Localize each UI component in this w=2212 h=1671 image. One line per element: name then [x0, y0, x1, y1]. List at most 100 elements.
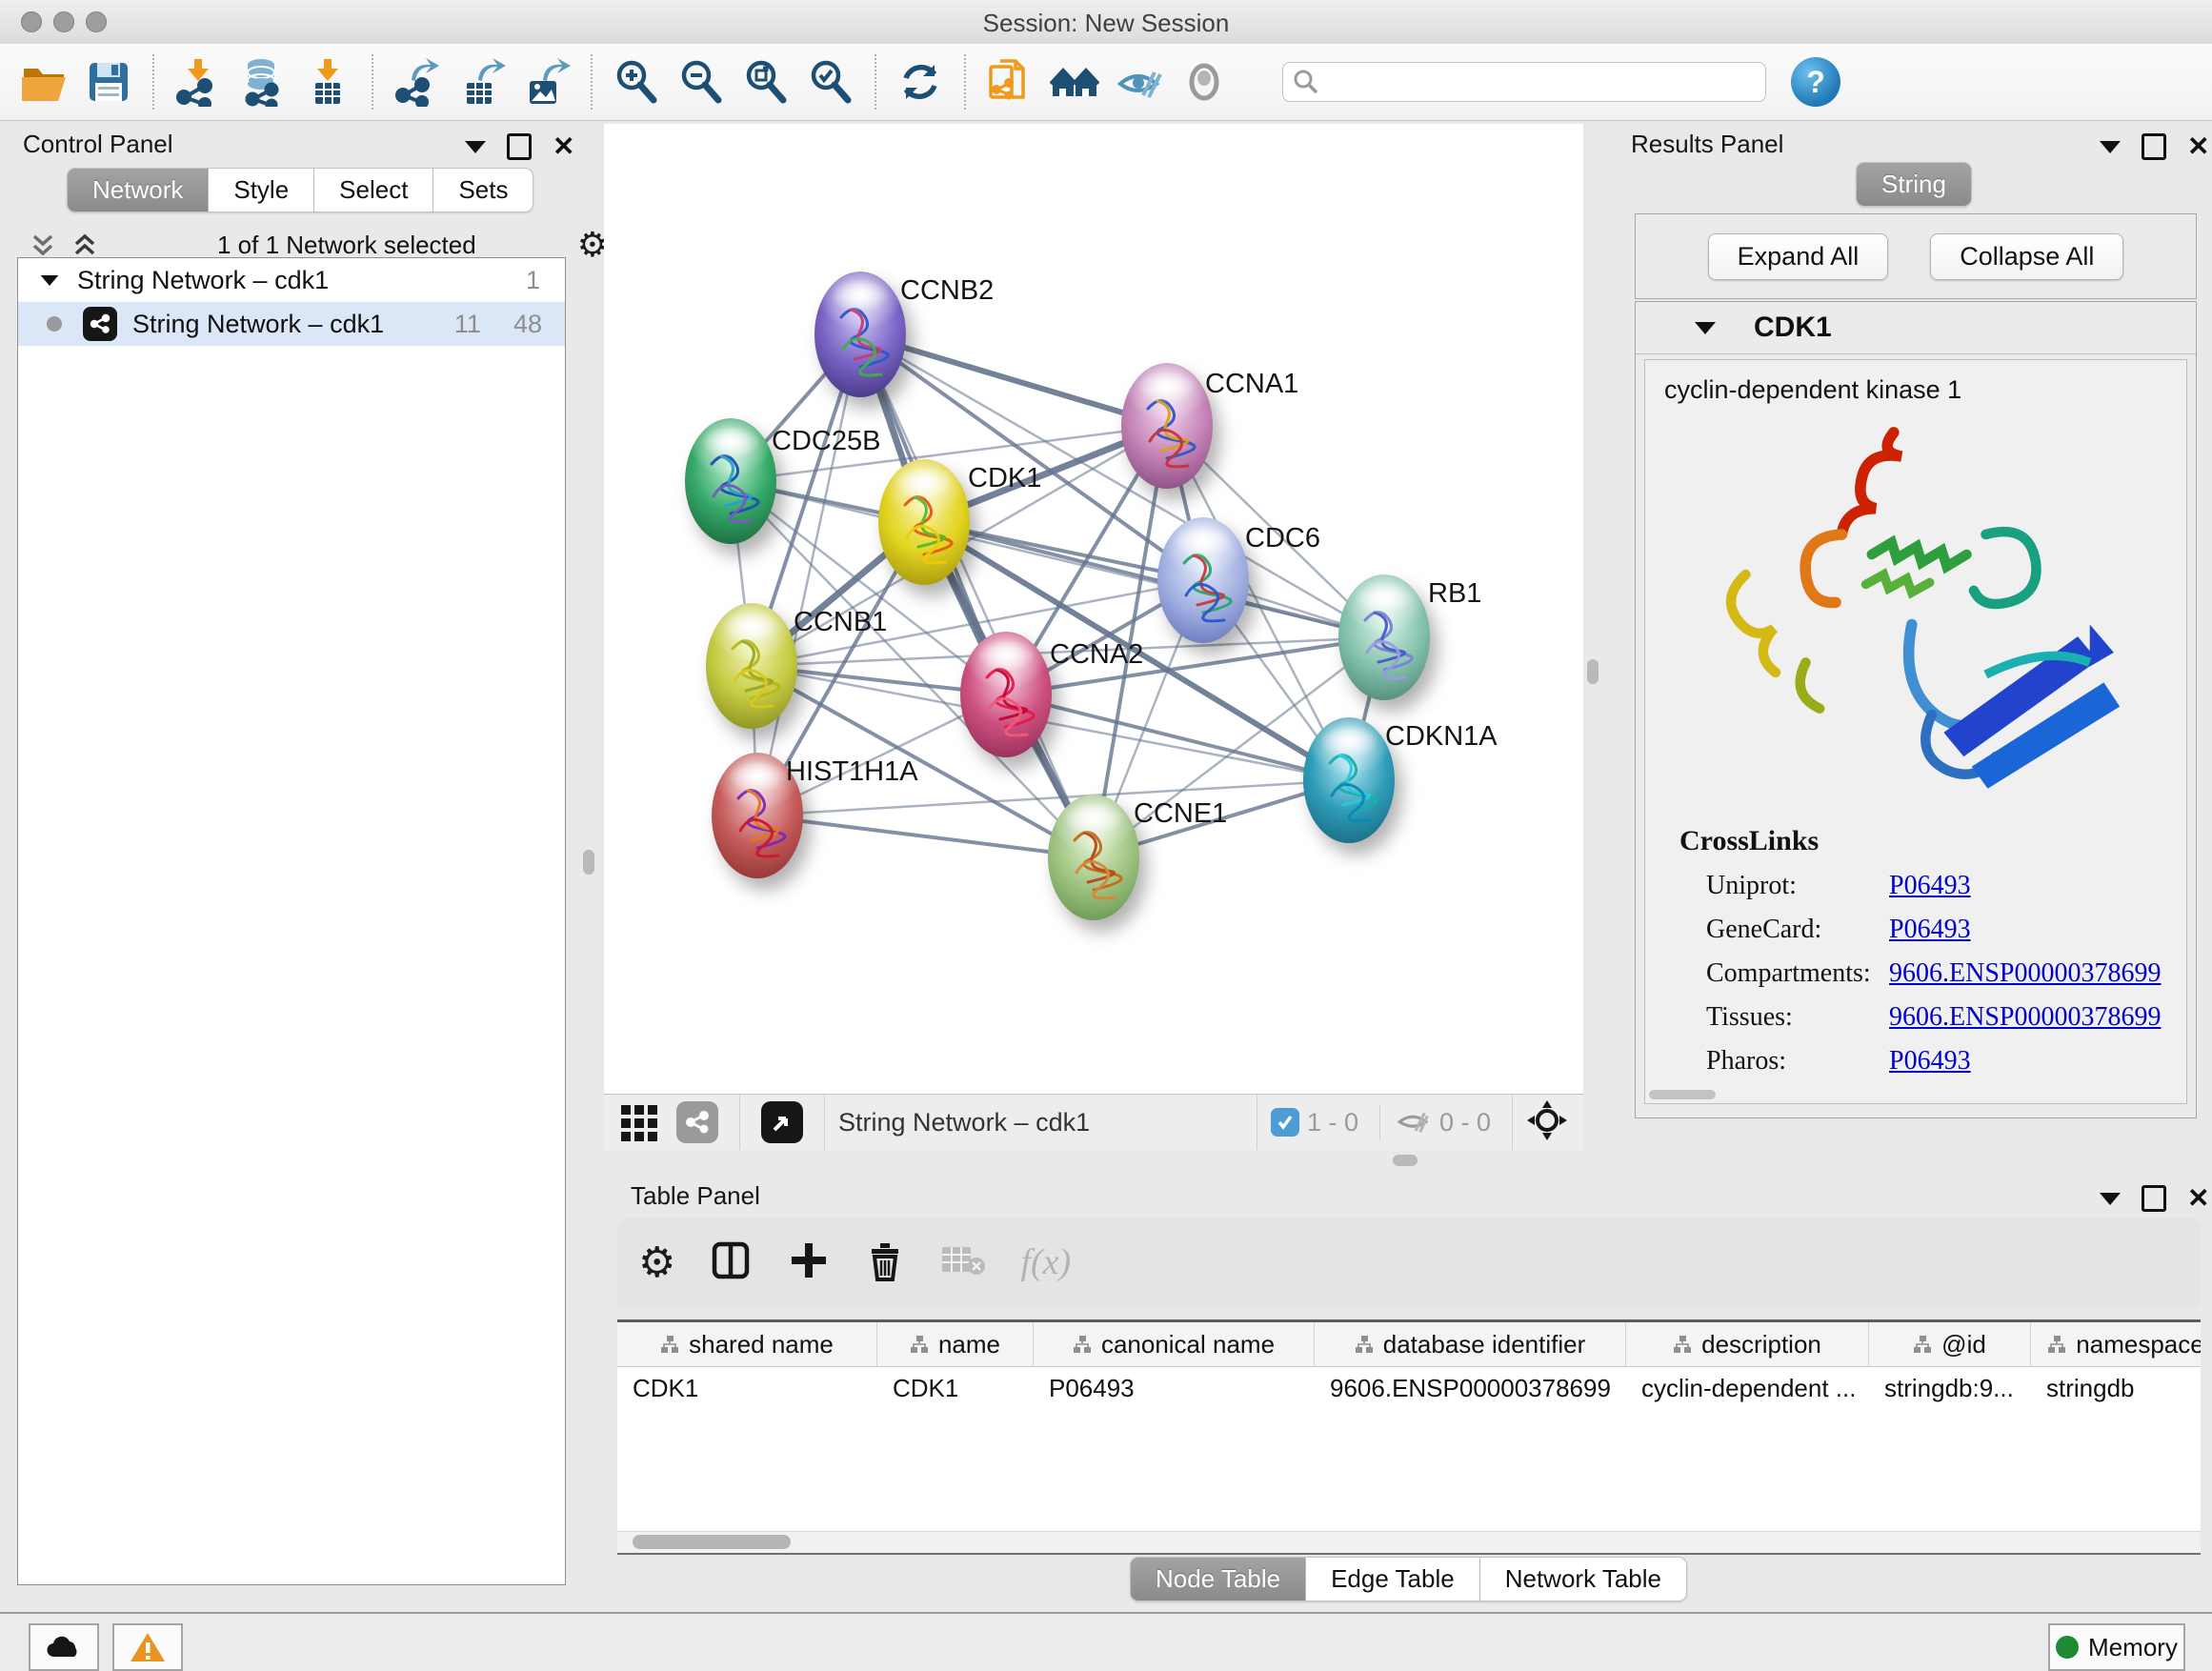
crosslink-link[interactable]: P06493: [1889, 1046, 1971, 1077]
help-icon[interactable]: ?: [1791, 57, 1840, 107]
horizontal-splitter-handle[interactable]: [1393, 1155, 1418, 1166]
tab-select[interactable]: Select: [314, 168, 433, 212]
fit-selected-crosshair-icon[interactable]: [1526, 1099, 1568, 1146]
hidden-eye-icon[interactable]: [1394, 1101, 1432, 1144]
main-toolbar: ?: [0, 44, 2212, 121]
column-type-icon: [1913, 1335, 1932, 1354]
collapse-results-icon[interactable]: [2100, 141, 2121, 153]
clone-network-icon[interactable]: [980, 52, 1039, 111]
node-RB1[interactable]: [1338, 574, 1430, 700]
expand-all-button[interactable]: Expand All: [1708, 233, 1889, 280]
node-section-header[interactable]: CDK1: [1636, 302, 2196, 354]
collapse-table-icon[interactable]: [2100, 1193, 2121, 1205]
open-session-icon[interactable]: [14, 52, 73, 111]
crosslink-link[interactable]: P06493: [1889, 915, 1971, 945]
table-cell[interactable]: cyclin-dependent ...: [1626, 1367, 1869, 1409]
birdseye-homes-icon[interactable]: [1045, 52, 1104, 111]
birdseye-view-icon[interactable]: [761, 1101, 803, 1143]
tab-string[interactable]: String: [1856, 162, 1972, 207]
tab-sets[interactable]: Sets: [433, 168, 533, 212]
results-hscroll-thumb[interactable]: [1649, 1090, 1716, 1099]
table-cell[interactable]: P06493: [1034, 1367, 1315, 1409]
column-header--id[interactable]: @id: [1869, 1322, 2031, 1366]
expand-all-icon[interactable]: [70, 231, 99, 259]
export-image-icon[interactable]: [517, 52, 576, 111]
show-all-icon[interactable]: [1175, 52, 1234, 111]
collapse-panel-icon[interactable]: [465, 141, 486, 153]
edge-CCNB2-HIST1H1A[interactable]: [757, 334, 860, 815]
float-table-icon[interactable]: [2142, 1185, 2166, 1212]
zoom-fit-icon[interactable]: [736, 52, 795, 111]
column-header-namespace[interactable]: namespace: [2031, 1322, 2201, 1366]
node-CDC6[interactable]: [1157, 517, 1249, 643]
close-results-icon[interactable]: ✕: [2187, 137, 2209, 156]
save-session-icon[interactable]: [79, 52, 138, 111]
edge-HIST1H1A-CCNE1[interactable]: [757, 815, 1094, 857]
import-table-icon[interactable]: [298, 52, 357, 111]
node-CCNA2[interactable]: [960, 632, 1052, 757]
zoom-out-icon[interactable]: [672, 52, 731, 111]
grid-view-icon[interactable]: [619, 1101, 661, 1143]
edge-CCNA2-CDKN1A[interactable]: [1006, 695, 1349, 780]
selected-checkbox-icon[interactable]: [1271, 1108, 1299, 1137]
node-CCNB1[interactable]: [706, 603, 797, 729]
zoom-in-icon[interactable]: [607, 52, 666, 111]
hide-selected-icon[interactable]: [1110, 52, 1169, 111]
table-hscroll-thumb[interactable]: [633, 1535, 791, 1549]
cloud-status-button[interactable]: [29, 1623, 99, 1671]
tab-node-table[interactable]: Node Table: [1130, 1557, 1306, 1601]
node-CCNB2[interactable]: [814, 272, 906, 397]
search-input[interactable]: [1282, 62, 1766, 102]
column-header-database-identifier[interactable]: database identifier: [1315, 1322, 1626, 1366]
export-network-icon[interactable]: [388, 52, 447, 111]
delete-column-trash-icon[interactable]: [864, 1239, 906, 1286]
left-splitter-handle[interactable]: [583, 850, 594, 875]
collapse-all-icon[interactable]: [29, 231, 57, 259]
column-header-name[interactable]: name: [877, 1322, 1034, 1366]
column-header-shared-name[interactable]: shared name: [617, 1322, 877, 1366]
right-splitter-handle[interactable]: [1587, 659, 1599, 684]
crosslink-link[interactable]: 9606.ENSP00000378699: [1889, 958, 2161, 989]
collection-expander-icon[interactable]: [41, 274, 59, 285]
table-hscrollbar[interactable]: [617, 1531, 2201, 1553]
export-table-icon[interactable]: [452, 52, 512, 111]
node-CCNA1[interactable]: [1121, 363, 1213, 489]
add-column-icon[interactable]: [788, 1239, 830, 1286]
node-CDC25B[interactable]: [685, 418, 776, 544]
collapse-all-button[interactable]: Collapse All: [1930, 233, 2123, 280]
crosslink-link[interactable]: 9606.ENSP00000378699: [1889, 1002, 2161, 1033]
warnings-button[interactable]: [112, 1623, 183, 1671]
network-collection-row[interactable]: String Network – cdk1 1: [18, 258, 565, 302]
float-results-icon[interactable]: [2142, 133, 2166, 160]
network-share-icon[interactable]: [676, 1101, 718, 1143]
network-row[interactable]: String Network – cdk1 11 48: [18, 302, 565, 346]
tab-network[interactable]: Network: [67, 168, 209, 212]
network-canvas[interactable]: CCNB2CCNA1CDC25BCDK1CDC6RB1CCNB1CCNA2CDK…: [604, 124, 1583, 1094]
table-settings-gear-icon[interactable]: ⚙: [638, 1238, 675, 1287]
column-header-canonical-name[interactable]: canonical name: [1034, 1322, 1315, 1366]
tab-network-table[interactable]: Network Table: [1480, 1557, 1687, 1601]
table-panel-tabs: Node TableEdge TableNetwork Table: [1130, 1557, 1687, 1601]
close-table-icon[interactable]: ✕: [2187, 1189, 2209, 1208]
node-CDKN1A[interactable]: [1303, 717, 1395, 843]
memory-button[interactable]: Memory: [2048, 1623, 2185, 1671]
column-header-description[interactable]: description: [1626, 1322, 1869, 1366]
show-columns-icon[interactable]: [710, 1238, 754, 1287]
tab-style[interactable]: Style: [209, 168, 314, 212]
tab-edge-table[interactable]: Edge Table: [1306, 1557, 1480, 1601]
float-panel-icon[interactable]: [507, 133, 532, 160]
refresh-icon[interactable]: [891, 52, 950, 111]
table-cell[interactable]: 9606.ENSP00000378699: [1315, 1367, 1626, 1409]
section-expander-icon[interactable]: [1695, 322, 1716, 334]
table-cell[interactable]: CDK1: [877, 1367, 1034, 1409]
table-cell[interactable]: stringdb:9...: [1869, 1367, 2031, 1409]
import-network-file-icon[interactable]: [169, 52, 228, 111]
node-CCNE1[interactable]: [1048, 795, 1139, 920]
zoom-selected-icon[interactable]: [801, 52, 860, 111]
import-network-database-icon[interactable]: [233, 52, 292, 111]
close-panel-icon[interactable]: ✕: [553, 137, 574, 156]
node-CDK1[interactable]: [878, 459, 970, 585]
table-cell[interactable]: stringdb: [2031, 1367, 2201, 1409]
table-cell[interactable]: CDK1: [617, 1367, 877, 1409]
crosslink-link[interactable]: P06493: [1889, 871, 1971, 901]
